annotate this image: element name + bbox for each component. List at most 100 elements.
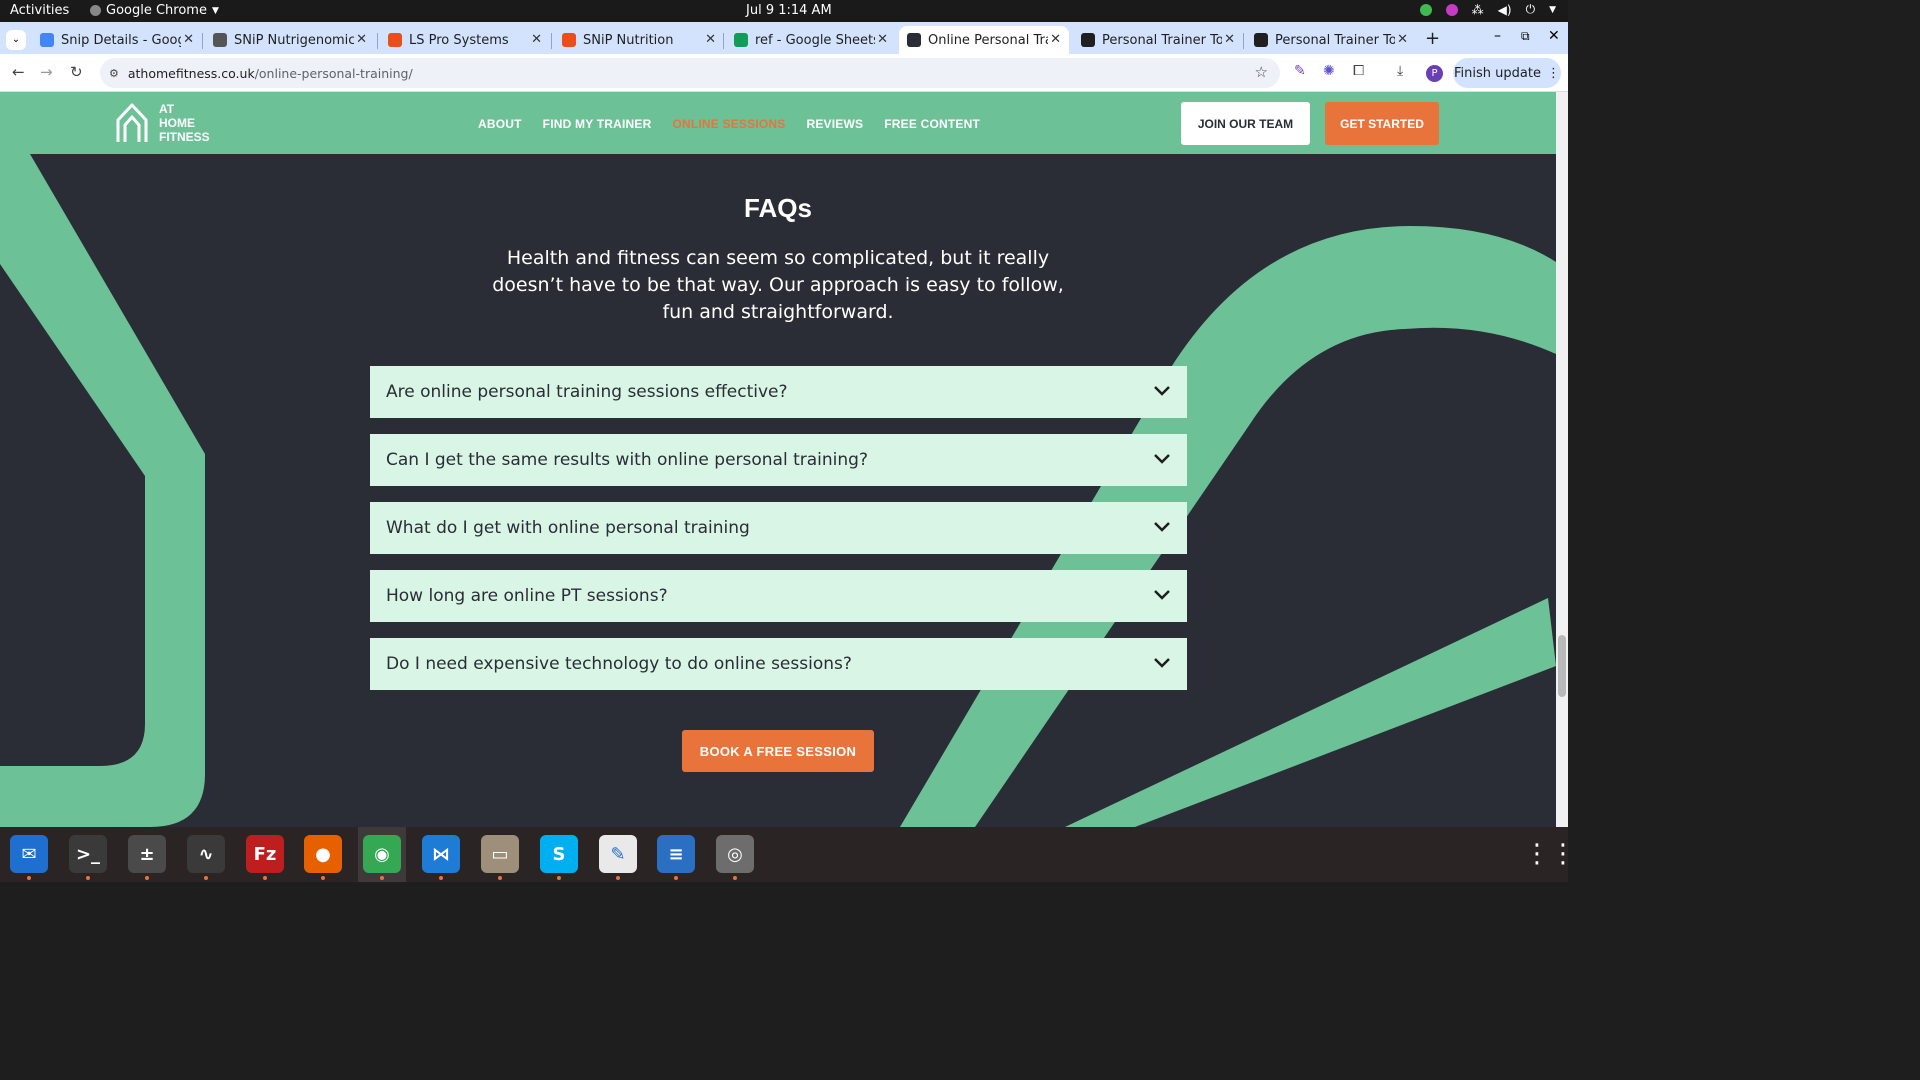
site-info-icon[interactable]: ⚙ <box>109 67 119 80</box>
power-icon: ⏻ <box>1525 2 1536 16</box>
browser-tab[interactable]: LS Pro Systems ✕ <box>380 26 550 54</box>
running-indicator <box>674 876 678 880</box>
system-top-bar: Activities Google Chrome ▼ Jul 9 1:14 AM… <box>0 0 1568 22</box>
files-icon[interactable]: ▭ <box>481 835 519 873</box>
tab-close-icon[interactable]: ✕ <box>1397 32 1408 47</box>
extensions-puzzle-icon[interactable]: ⧠ <box>1353 63 1364 79</box>
pen-extension-icon[interactable]: ✎ <box>1294 63 1306 79</box>
chrome-icon[interactable]: ◉ <box>363 835 401 873</box>
logo-line: AT <box>159 102 175 116</box>
clock[interactable]: Jul 9 1:14 AM <box>746 3 832 18</box>
nav-free-content[interactable]: FREE CONTENT <box>884 117 980 131</box>
sparkle-extension-icon[interactable]: ✺ <box>1323 63 1335 79</box>
get-started-button[interactable]: GET STARTED <box>1325 102 1439 145</box>
nav-online-sessions[interactable]: ONLINE SESSIONS <box>672 117 785 131</box>
tab-close-icon[interactable]: ✕ <box>356 32 367 47</box>
url-domain: athomefitness.co.uk <box>127 65 255 81</box>
libreoffice-writer-icon[interactable]: ≡ <box>657 835 695 873</box>
vscode-icon[interactable]: ⋈ <box>422 835 460 873</box>
running-indicator <box>145 876 149 880</box>
tab-close-icon[interactable]: ✕ <box>877 32 888 47</box>
forward-icon[interactable]: → <box>40 63 53 81</box>
faq-item[interactable]: What do I get with online personal train… <box>370 502 1187 554</box>
site-logo[interactable]: AT HOME FITNESS <box>115 102 210 144</box>
kebab-menu-icon: ⋮ <box>1546 65 1560 81</box>
nav-about[interactable]: ABOUT <box>478 117 522 131</box>
tab-title: Personal Trainer Tor <box>1102 32 1222 48</box>
activities-button[interactable]: Activities <box>10 3 69 18</box>
faq-item[interactable]: Do I need expensive technology to do onl… <box>370 638 1187 690</box>
thunderbird-icon[interactable]: ✉ <box>10 835 48 873</box>
system-monitor-icon[interactable]: ∿ <box>187 835 225 873</box>
chevron-down-icon[interactable] <box>1153 382 1171 400</box>
faq-question: Do I need expensive technology to do onl… <box>386 654 852 674</box>
reload-icon[interactable]: ↻ <box>70 63 83 81</box>
status-check-icon <box>1419 3 1432 16</box>
browser-tab[interactable]: SNiP Nutrition ✕ <box>554 26 724 54</box>
faq-item[interactable]: Can I get the same results with online p… <box>370 434 1187 486</box>
calculator-icon[interactable]: ± <box>128 835 166 873</box>
restore-icon[interactable]: ⧉ <box>1521 29 1530 44</box>
browser-tab[interactable]: SNiP Nutrigenomics ✕ <box>205 26 375 54</box>
app-menu[interactable]: Google Chrome ▼ <box>90 3 219 18</box>
address-bar[interactable]: ⚙ athomefitness.co.uk/online-personal-tr… <box>100 58 1280 88</box>
faq-question: Are online personal training sessions ef… <box>386 382 788 402</box>
tab-separator <box>1243 33 1244 49</box>
disks-icon[interactable]: ◎ <box>716 835 754 873</box>
new-tab-button[interactable]: + <box>1425 28 1440 49</box>
browser-tab[interactable]: Personal Trainer Tor ✕ <box>1246 26 1416 54</box>
tab-favicon-icon <box>213 33 227 47</box>
terminal-icon[interactable]: >_ <box>69 835 107 873</box>
profile-avatar[interactable]: P <box>1426 65 1443 82</box>
download-icon[interactable]: ⤓ <box>1397 63 1403 79</box>
nav-find-my-trainer[interactable]: FIND MY TRAINER <box>543 117 652 131</box>
tab-close-icon[interactable]: ✕ <box>1224 32 1235 47</box>
text-editor-icon[interactable]: ✎ <box>599 835 637 873</box>
back-icon[interactable]: ← <box>12 63 25 81</box>
filezilla-icon[interactable]: Fz <box>246 835 284 873</box>
tab-close-icon[interactable]: ✕ <box>183 32 194 47</box>
chevron-down-icon[interactable] <box>1153 654 1171 672</box>
chevron-down-icon[interactable] <box>1153 450 1171 468</box>
tab-close-icon[interactable]: ✕ <box>1050 32 1061 47</box>
running-indicator <box>380 876 384 880</box>
firefox-icon[interactable]: ● <box>304 835 342 873</box>
join-our-team-button[interactable]: JOIN OUR TEAM <box>1181 102 1310 145</box>
minimize-icon[interactable]: – <box>1494 28 1501 44</box>
left-arch-shape <box>0 154 205 827</box>
tab-title: SNiP Nutrigenomics <box>234 32 354 48</box>
browser-tab[interactable]: ref - Google Sheets ✕ <box>726 26 896 54</box>
skype-icon[interactable]: S <box>540 835 578 873</box>
chrome-icon <box>90 5 101 16</box>
logo-line: FITNESS <box>159 130 210 144</box>
tab-favicon-icon <box>907 33 921 47</box>
faq-question: What do I get with online personal train… <box>386 518 750 538</box>
finish-update-button[interactable]: Finish update ⋮ <box>1453 58 1561 88</box>
book-free-session-button[interactable]: BOOK A FREE SESSION <box>682 730 874 772</box>
chevron-down-icon[interactable] <box>1153 586 1171 604</box>
tab-close-icon[interactable]: ✕ <box>705 32 716 47</box>
house-logo-icon <box>116 103 148 142</box>
faq-item[interactable]: Are online personal training sessions ef… <box>370 366 1187 418</box>
system-tray[interactable]: ⁂ ◀) ⏻ ▼ <box>1419 2 1556 17</box>
faq-item[interactable]: How long are online PT sessions? <box>370 570 1187 622</box>
running-indicator <box>557 876 561 880</box>
faq-question: Can I get the same results with online p… <box>386 450 868 470</box>
bookmark-star-icon[interactable]: ☆ <box>1255 63 1268 81</box>
tab-close-icon[interactable]: ✕ <box>531 32 542 47</box>
tab-title: SNiP Nutrition <box>583 32 674 48</box>
show-apps-grid-icon[interactable]: ⋮⋮ <box>1524 841 1576 867</box>
tab-search-icon[interactable]: ⌄ <box>6 30 26 50</box>
running-indicator <box>204 876 208 880</box>
browser-toolbar: ← → ↻ ⚙ athomefitness.co.uk/online-perso… <box>0 54 1568 92</box>
page-scrollbar[interactable] <box>1556 92 1568 827</box>
tab-title: LS Pro Systems <box>409 32 509 48</box>
chevron-down-icon[interactable] <box>1153 518 1171 536</box>
browser-tab[interactable]: Online Personal Trai ✕ <box>899 26 1069 54</box>
scrollbar-thumb[interactable] <box>1558 635 1566 697</box>
tab-favicon-icon <box>388 33 402 47</box>
browser-tab[interactable]: Snip Details - Google✕ <box>32 26 202 54</box>
browser-tab[interactable]: Personal Trainer Tor ✕ <box>1073 26 1243 54</box>
close-window-icon[interactable]: ✕ <box>1548 28 1560 44</box>
nav-reviews[interactable]: REVIEWS <box>806 117 863 131</box>
